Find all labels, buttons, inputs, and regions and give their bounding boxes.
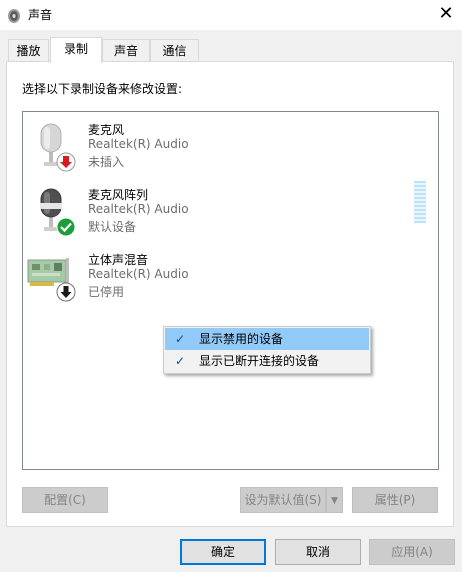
properties-button[interactable]: 属性(P) xyxy=(352,487,438,513)
menu-item-show-disabled[interactable]: ✓ 显示禁用的设备 xyxy=(165,328,369,350)
chevron-down-icon: ▼ xyxy=(331,496,338,506)
device-name: 立体声混音 xyxy=(88,253,149,267)
device-name: 麦克风 xyxy=(88,123,125,137)
list-item[interactable]: 麦克风 Realtek(R) Audio 未插入 xyxy=(30,118,410,172)
list-item[interactable]: 立体声混音 Realtek(R) Audio 已停用 xyxy=(26,248,410,302)
device-driver: Realtek(R) Audio xyxy=(88,202,189,216)
level-meter xyxy=(414,181,426,223)
device-status: 已停用 xyxy=(88,285,125,299)
menu-item-show-disconnected[interactable]: ✓ 显示已断开连接的设备 xyxy=(165,350,369,372)
set-default-button[interactable]: 设为默认值(S) xyxy=(240,487,326,513)
list-item[interactable]: 麦克风阵列 Realtek(R) Audio 默认设备 xyxy=(30,183,410,237)
window-title: 声音 xyxy=(28,8,53,22)
close-button[interactable]: ✕ xyxy=(430,1,462,27)
check-icon: ✓ xyxy=(174,354,186,368)
device-name: 麦克风阵列 xyxy=(88,188,149,202)
speaker-icon xyxy=(8,9,20,23)
title-bar xyxy=(0,0,462,30)
device-status: 未插入 xyxy=(88,155,125,169)
ok-button[interactable]: 确定 xyxy=(180,539,266,565)
device-driver: Realtek(R) Audio xyxy=(88,137,189,151)
disabled-down-arrow-icon xyxy=(56,282,76,302)
configure-button[interactable]: 配置(C) xyxy=(22,487,108,513)
device-driver: Realtek(R) Audio xyxy=(88,267,189,281)
tab-communications[interactable]: 通信 xyxy=(150,39,199,62)
check-icon: ✓ xyxy=(174,332,186,346)
unplugged-red-arrow-icon xyxy=(56,152,76,172)
instruction-text: 选择以下录制设备来修改设置: xyxy=(22,82,183,96)
apply-button[interactable]: 应用(A) xyxy=(369,539,455,565)
cancel-button[interactable]: 取消 xyxy=(275,539,361,565)
menu-item-label: 显示禁用的设备 xyxy=(199,332,284,346)
tab-recording[interactable]: 录制 xyxy=(50,37,102,63)
menu-item-label: 显示已断开连接的设备 xyxy=(199,354,320,368)
set-default-dropdown[interactable]: ▼ xyxy=(326,487,343,513)
device-status: 默认设备 xyxy=(88,220,137,234)
default-green-check-icon xyxy=(56,217,76,237)
tab-playback[interactable]: 播放 xyxy=(8,39,49,62)
tab-sounds[interactable]: 声音 xyxy=(102,39,150,62)
context-menu: ✓ 显示禁用的设备 ✓ 显示已断开连接的设备 xyxy=(163,326,371,374)
